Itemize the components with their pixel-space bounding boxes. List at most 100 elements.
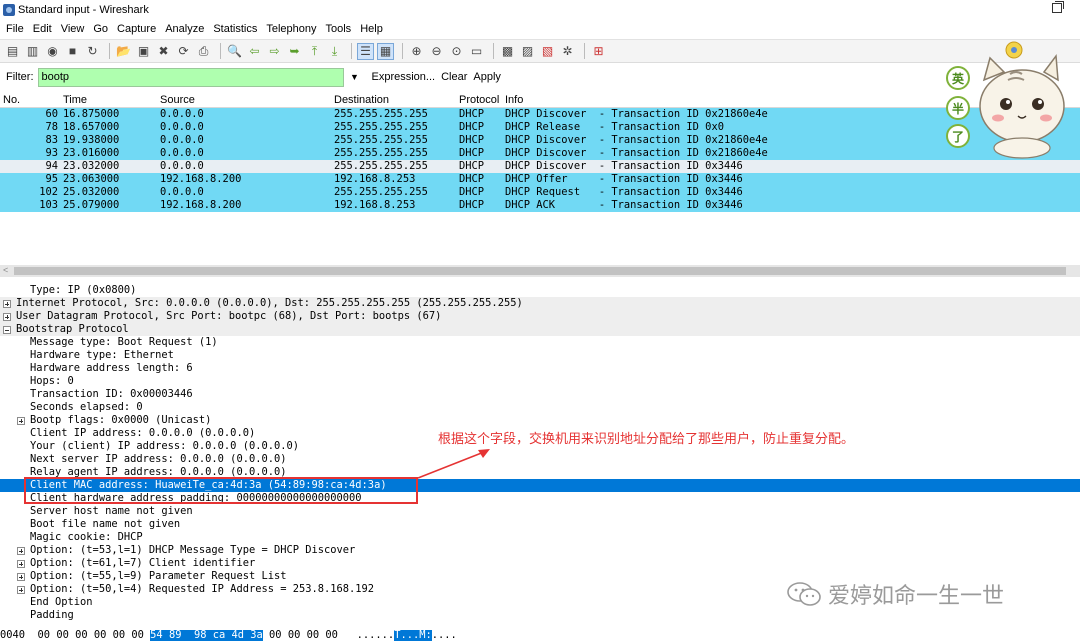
scroll-left-icon[interactable]: < [3, 265, 8, 275]
detail-field-text: Option: (t=61,l=7) Client identifier [30, 557, 256, 569]
detail-field[interactable]: Server host name not given [0, 505, 1080, 518]
packet-row[interactable]: 103 25.079000 192.168.8.200 192.168.8.253 DH… [0, 199, 1080, 212]
horizontal-scrollbar[interactable]: < [0, 265, 1080, 277]
detail-field[interactable]: Bootp flags: 0x0000 (Unicast) [0, 414, 1080, 427]
packet-protocol: DHCP [459, 134, 485, 146]
expand-icon[interactable] [3, 313, 11, 321]
go-to-packet-icon[interactable]: ➥ [286, 43, 303, 60]
detail-field-text: Boot file name not given [30, 518, 181, 530]
auto-scroll-icon[interactable]: ▦ [377, 42, 394, 60]
column-header-no[interactable]: No. [3, 94, 20, 106]
expand-icon[interactable] [3, 300, 11, 308]
packet-no: 83 [45, 134, 58, 146]
menu-view[interactable]: View [61, 23, 85, 35]
packet-destination: 255.255.255.255 [334, 108, 428, 120]
detail-field[interactable]: Padding [0, 609, 1080, 622]
reload-icon[interactable]: ⟳ [175, 43, 192, 60]
column-header-destination[interactable]: Destination [334, 94, 389, 106]
restore-button[interactable] [1052, 1, 1064, 13]
packet-row[interactable]: 95 23.063000 192.168.8.200 192.168.8.253 DHC… [0, 173, 1080, 186]
packet-source: 0.0.0.0 [160, 160, 204, 172]
close-file-icon[interactable]: ✖ [155, 43, 172, 60]
print-icon[interactable]: ⎙ [195, 43, 212, 60]
restart-capture-icon[interactable]: ↻ [84, 43, 101, 60]
detail-field[interactable]: Option: (t=61,l=7) Client identifier [0, 557, 1080, 570]
packet-destination: 255.255.255.255 [334, 186, 428, 198]
detail-type-line[interactable]: Type: IP (0x0800) [0, 284, 1080, 297]
expand-icon[interactable] [17, 573, 25, 581]
column-header-source[interactable]: Source [160, 94, 195, 106]
packet-row[interactable]: 78 18.657000 0.0.0.0 255.255.255.255 DHCP DHC… [0, 121, 1080, 134]
detail-udp-section[interactable]: User Datagram Protocol, Src Port: bootpc… [0, 310, 1080, 323]
menu-edit[interactable]: Edit [33, 23, 52, 35]
menu-help[interactable]: Help [360, 23, 383, 35]
go-forward-icon[interactable]: ⇨ [266, 43, 283, 60]
clear-button[interactable]: Clear [441, 71, 467, 83]
detail-field[interactable]: Magic cookie: DHCP [0, 531, 1080, 544]
detail-field[interactable]: Option: (t=53,l=1) DHCP Message Type = D… [0, 544, 1080, 557]
stop-capture-icon[interactable]: ■ [64, 43, 81, 60]
menu-statistics[interactable]: Statistics [213, 23, 257, 35]
preferences-icon[interactable]: ✲ [559, 43, 576, 60]
detail-field-text: Hardware type: Ethernet [30, 349, 174, 361]
options-icon[interactable]: ▥ [24, 43, 41, 60]
menu-go[interactable]: Go [93, 23, 108, 35]
detail-field[interactable]: Seconds elapsed: 0 [0, 401, 1080, 414]
go-first-icon[interactable]: ⤒ [306, 43, 323, 60]
expression-button[interactable]: Expression... [372, 71, 436, 83]
filter-input[interactable]: bootp [37, 67, 344, 87]
collapse-icon[interactable] [3, 326, 11, 334]
hex-ascii-pre: ...... [356, 630, 395, 641]
menu-analyze[interactable]: Analyze [165, 23, 204, 35]
zoom-normal-icon[interactable]: ⊙ [448, 43, 465, 60]
filter-dropdown-icon[interactable]: ▼ [344, 68, 366, 87]
interfaces-icon[interactable]: ▤ [4, 43, 21, 60]
toolbar-separator [220, 43, 221, 59]
menu-file[interactable]: File [6, 23, 24, 35]
menu-capture[interactable]: Capture [117, 23, 156, 35]
display-filters-icon[interactable]: ▨ [519, 43, 536, 60]
expand-icon[interactable] [17, 560, 25, 568]
expand-icon[interactable] [17, 417, 25, 425]
packet-row[interactable]: 93 23.016000 0.0.0.0 255.255.255.255 DHCP DHC… [0, 147, 1080, 160]
apply-button[interactable]: Apply [473, 71, 501, 83]
save-file-icon[interactable]: ▣ [135, 43, 152, 60]
detail-field[interactable]: Message type: Boot Request (1) [0, 336, 1080, 349]
coloring-rules-icon[interactable]: ▧ [539, 43, 556, 60]
detail-field[interactable]: Hardware type: Ethernet [0, 349, 1080, 362]
find-packet-icon[interactable]: 🔍 [226, 43, 243, 60]
packet-protocol: DHCP [459, 121, 485, 133]
packet-destination: 255.255.255.255 [334, 160, 428, 172]
start-capture-icon[interactable]: ◉ [44, 43, 61, 60]
packet-row[interactable]: 60 16.875000 0.0.0.0 255.255.255.255 DHCP DHC… [0, 108, 1080, 121]
colorize-icon[interactable]: ☰ [357, 42, 374, 60]
detail-ip-section[interactable]: Internet Protocol, Src: 0.0.0.0 (0.0.0.0… [0, 297, 1080, 310]
column-header-info[interactable]: Info [505, 94, 523, 106]
packet-row[interactable]: 102 25.032000 0.0.0.0 255.255.255.255 DHCP DH… [0, 186, 1080, 199]
packet-row[interactable]: 83 19.938000 0.0.0.0 255.255.255.255 DHCP DHC… [0, 134, 1080, 147]
scroll-thumb[interactable] [14, 267, 1066, 275]
go-last-icon[interactable]: ⤓ [326, 43, 343, 60]
expand-icon[interactable] [17, 586, 25, 594]
open-file-icon[interactable]: 📂 [115, 43, 132, 60]
expand-icon[interactable] [17, 547, 25, 555]
detail-field[interactable]: Hardware address length: 6 [0, 362, 1080, 375]
menu-tools[interactable]: Tools [326, 23, 352, 35]
sticker-char-3: 了 [952, 130, 964, 144]
column-header-time[interactable]: Time [63, 94, 87, 106]
zoom-in-icon[interactable]: ⊕ [408, 43, 425, 60]
go-back-icon[interactable]: ⇦ [246, 43, 263, 60]
detail-field[interactable]: Boot file name not given [0, 518, 1080, 531]
hex-bytes-pre: 00 00 00 00 00 00 [37, 630, 144, 641]
detail-bootp-section[interactable]: Bootstrap Protocol [0, 323, 1080, 336]
detail-field[interactable]: Hops: 0 [0, 375, 1080, 388]
zoom-out-icon[interactable]: ⊖ [428, 43, 445, 60]
capture-filters-icon[interactable]: ▩ [499, 43, 516, 60]
detail-field[interactable]: Next server IP address: 0.0.0.0 (0.0.0.0… [0, 453, 1080, 466]
menu-telephony[interactable]: Telephony [266, 23, 316, 35]
resize-columns-icon[interactable]: ▭ [468, 43, 485, 60]
packet-row[interactable]: 94 23.032000 0.0.0.0 255.255.255.255 DHCP DHC… [0, 160, 1080, 173]
column-header-protocol[interactable]: Protocol [459, 94, 499, 106]
help-icon[interactable]: ⊞ [590, 43, 607, 60]
detail-field[interactable]: Transaction ID: 0x00003446 [0, 388, 1080, 401]
